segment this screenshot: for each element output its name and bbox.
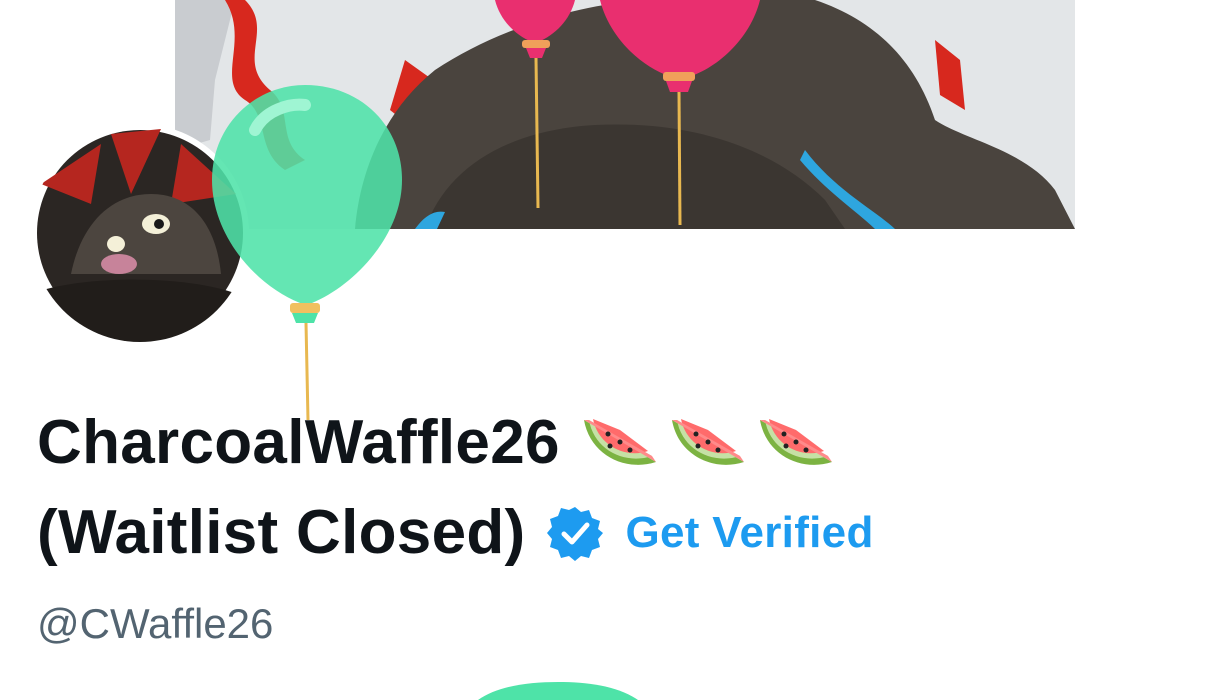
display-name-line: (Waitlist Closed) Get Verified [37, 488, 1137, 578]
pink-balloon-icon [600, 0, 760, 225]
pink-balloon-icon [495, 0, 575, 209]
green-balloon-icon [478, 682, 638, 700]
green-balloon-icon [212, 85, 402, 420]
get-verified-link[interactable]: Get Verified [625, 488, 873, 578]
display-name: CharcoalWaffle26 (Waitlist Closed) Get V… [37, 398, 1137, 578]
watermelon-icon [759, 419, 832, 465]
display-name-text: CharcoalWaffle26 [37, 408, 560, 477]
watermelon-icon [583, 419, 656, 465]
verified-badge-icon[interactable] [547, 505, 604, 561]
display-name-line: CharcoalWaffle26 [37, 398, 1137, 488]
user-handle: @CWaffle26 [37, 600, 274, 647]
watermelon-icon [671, 419, 744, 465]
display-name-text: (Waitlist Closed) [37, 498, 526, 567]
name-emoji-group [580, 410, 836, 476]
